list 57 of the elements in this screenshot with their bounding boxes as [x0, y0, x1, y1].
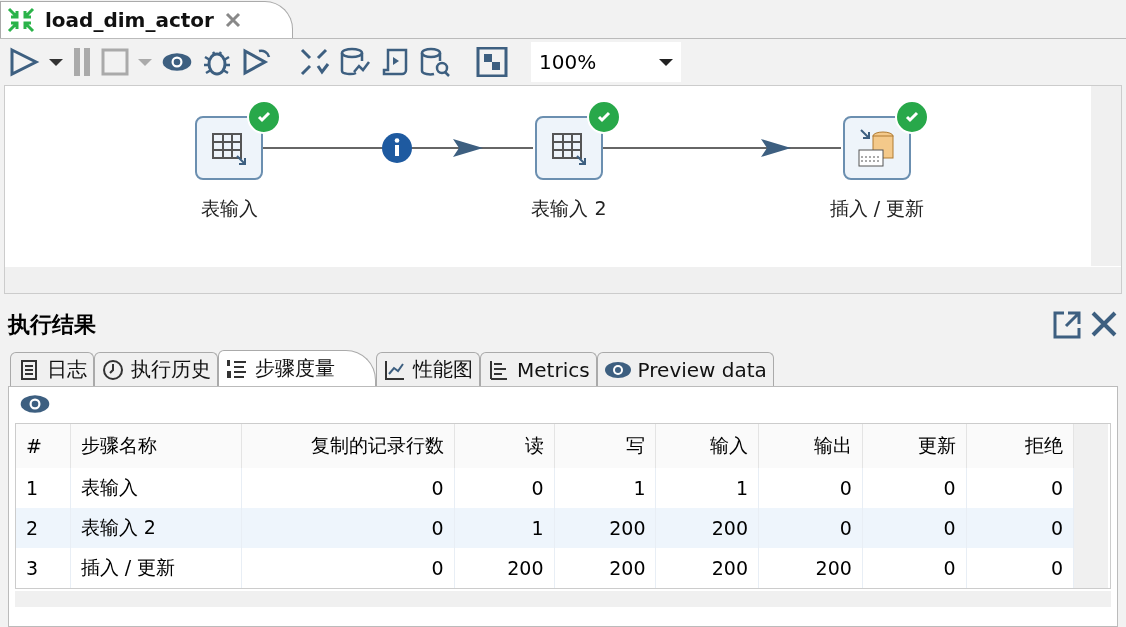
- table-cell: 200: [655, 548, 759, 588]
- step-label: 插入 / 更新: [829, 196, 925, 221]
- step-label: 表输入 2: [531, 196, 607, 221]
- column-header[interactable]: #: [16, 424, 71, 468]
- zoom-dropdown[interactable]: 100%: [531, 42, 681, 82]
- hop-arrow[interactable]: [262, 139, 534, 157]
- preview-icon[interactable]: [161, 51, 193, 73]
- result-tab[interactable]: 日志: [10, 352, 94, 386]
- caret-icon[interactable]: [49, 57, 63, 67]
- verify-icon[interactable]: [298, 47, 330, 77]
- external-icon[interactable]: [1052, 310, 1082, 340]
- result-tab[interactable]: 性能图: [376, 352, 480, 386]
- column-header[interactable]: 拒绝: [966, 424, 1074, 468]
- table-cell: 0: [862, 548, 967, 588]
- vertical-scrollbar[interactable]: [1091, 86, 1121, 266]
- step-node[interactable]: [535, 116, 603, 180]
- vertical-scrollbar[interactable]: [1074, 424, 1108, 588]
- column-header[interactable]: 输出: [758, 424, 863, 468]
- run-icon[interactable]: [8, 47, 40, 77]
- table-cell: 0: [241, 548, 455, 588]
- tab-title: load_dim_actor: [45, 8, 214, 32]
- result-tab[interactable]: Metrics: [480, 352, 597, 386]
- eye-icon: [603, 359, 632, 380]
- table-cell: 200: [554, 548, 656, 588]
- table-cell: 200: [758, 548, 863, 588]
- column-header[interactable]: 写: [554, 424, 656, 468]
- table-cell: 200: [454, 548, 555, 588]
- close-icon[interactable]: [223, 11, 242, 29]
- column-header[interactable]: 步骤名称: [70, 424, 241, 468]
- step-node[interactable]: [195, 116, 263, 180]
- script-icon[interactable]: [380, 47, 410, 77]
- column-header[interactable]: 更新: [862, 424, 967, 468]
- column-header[interactable]: 读: [454, 424, 555, 468]
- hop-arrow[interactable]: [602, 139, 841, 157]
- result-tab[interactable]: 步骤度量: [218, 350, 376, 386]
- database-search-icon[interactable]: [419, 47, 451, 77]
- replay-icon[interactable]: [241, 47, 273, 77]
- step-label: 表输入: [200, 196, 258, 221]
- clock-icon: [101, 357, 125, 382]
- table-cell: 0: [966, 548, 1074, 588]
- horizontal-scrollbar[interactable]: [5, 267, 1121, 293]
- table-cell: 3: [16, 548, 71, 588]
- column-header[interactable]: 复制的记录行数: [241, 424, 455, 468]
- result-tab[interactable]: Preview data: [596, 352, 774, 386]
- column-header[interactable]: 输入: [655, 424, 759, 468]
- step-node[interactable]: [843, 116, 911, 180]
- preview-icon[interactable]: [19, 393, 51, 415]
- editor-tab[interactable]: load_dim_actor: [0, 1, 293, 38]
- grid-icon[interactable]: [476, 47, 508, 77]
- table-cell: 插入 / 更新: [70, 548, 241, 588]
- panel-title: 执行结果: [8, 311, 96, 339]
- database-chart-icon[interactable]: [339, 47, 371, 77]
- info-icon[interactable]: [381, 132, 413, 164]
- arrows-icon: [7, 7, 35, 33]
- caret-icon: [659, 57, 673, 67]
- close-icon[interactable]: [1090, 310, 1118, 338]
- result-tab[interactable]: 执行历史: [94, 352, 218, 386]
